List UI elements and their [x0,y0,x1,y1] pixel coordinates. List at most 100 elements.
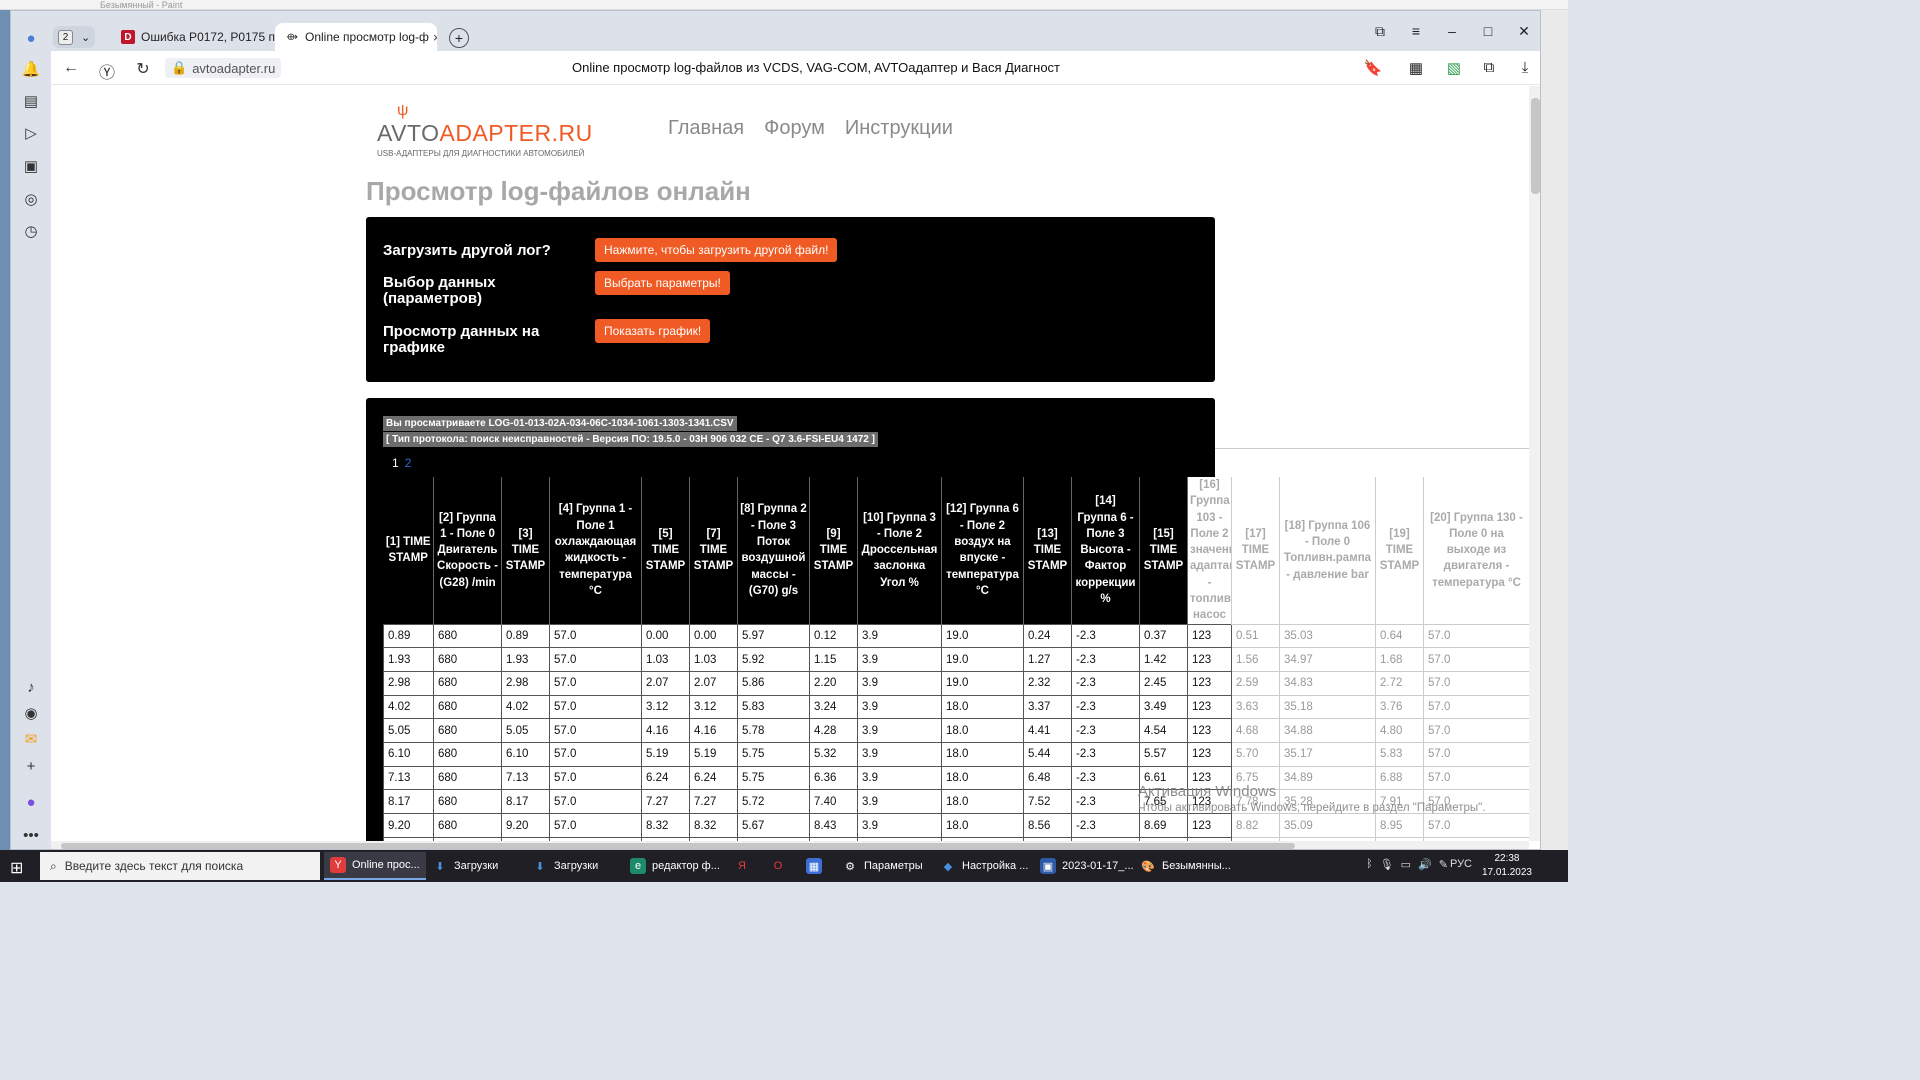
taskbar-browser[interactable]: Y Online прос... [324,852,426,880]
table-cell: 6.36 [809,765,858,791]
lang-indicator[interactable]: РУС [1450,858,1472,870]
alice-icon[interactable]: ● [19,790,43,814]
taskbar-screenshot[interactable]: ▣ 2023-01-17_... [1034,852,1140,880]
taskbar-store[interactable]: ▦ [800,852,828,880]
scroll-thumb[interactable] [1531,98,1540,194]
table-cell: 5.19 [689,742,738,767]
reload-icon[interactable]: ↻ [133,59,153,79]
table-cell: 57.0 [1423,671,1529,696]
table-cell: 3.9 [857,694,942,720]
nav-forum[interactable]: Форум [764,117,825,140]
table-cell: 0.00 [641,623,690,649]
back-icon[interactable]: ← [61,59,81,77]
taskbar-setup[interactable]: ◆ Настройка ... [934,852,1034,880]
lock-icon: 🔒 [171,60,188,75]
table-cell: 2.20 [809,671,858,696]
table-cell: 57.0 [549,694,642,720]
horizontal-scrollbar[interactable] [51,841,1529,849]
nav-home[interactable]: Главная [668,117,744,140]
table-cell: -2.3 [1071,694,1140,720]
show-chart-button[interactable]: Показать график! [595,319,711,343]
site-logo[interactable]: ψ AVTOADAPTER.RU USB-АДАПТЕРЫ ДЛЯ ДИАГНО… [377,102,605,160]
select-params-button[interactable]: Выбрать параметры! [595,271,730,295]
close-window-button[interactable]: ✕ [1512,23,1536,40]
table-cell: 6.10 [383,742,434,767]
table-cell: 5.19 [641,742,690,767]
page-heading: Просмотр log-файлов онлайн [366,176,751,206]
tab-error-p0172[interactable]: D Ошибка P0172, P0175 пол [111,23,277,51]
yandex-icon[interactable]: Ⓨ [97,59,117,83]
tabs-panel-icon[interactable]: ▣ [19,154,43,178]
taskbar-downloads-2[interactable]: ⬇ Загрузки [526,852,604,880]
bookmarks-panel-icon[interactable]: ⧉ [1368,23,1392,40]
paint-icon: 🎨 [1141,860,1155,873]
taskbar-paint[interactable]: 🎨 Безымянны... [1134,852,1237,880]
table-cell: 1.93 [501,647,550,673]
add-icon[interactable]: + [19,754,43,778]
history-icon[interactable]: ◷ [19,219,43,243]
upload-button[interactable]: Нажмите, чтобы загрузить другой файл! [595,238,838,262]
bell-icon[interactable]: 🔔 [19,57,43,81]
taskbar-editor[interactable]: e редактор ф... [624,852,726,880]
play-icon[interactable]: ▷ [19,121,43,145]
nav-instructions[interactable]: Инструкции [845,117,953,140]
tab-log-viewer[interactable]: ⟴ Online просмотр log-ф × [275,23,437,51]
taskbar-downloads-1[interactable]: ⬇ Загрузки [426,852,504,880]
table-cell: 57.0 [1423,694,1529,720]
table-cell: 2.98 [383,671,434,696]
menu-icon[interactable]: ≡ [1404,23,1428,39]
download-icon[interactable]: ⤓ [1515,59,1535,76]
vertical-scrollbar[interactable] [1529,86,1540,841]
tiktok-icon[interactable]: ♪ [19,675,43,699]
table-cell: 18.0 [941,694,1024,720]
screenshot-icon[interactable]: ◎ [19,187,43,211]
clock[interactable]: 22:38 17.01.2023 [1482,852,1532,880]
table-cell: -2.3 [1071,789,1140,815]
page-2-link[interactable]: 2 [405,456,412,470]
table-cell: 3.9 [857,647,942,673]
table-row: 1.93 680 1.93 57.0 1.03 1.03 5.92 1.15 3.9 19.0 1.… [383,647,1529,673]
taskbar-opera[interactable]: O [764,852,792,880]
system-tray[interactable]: ᛒ 🎙 ▭ 🔊 ✎ [1366,858,1448,871]
column-header: [9] TIME STAMP [809,477,858,625]
extension-icon[interactable]: ▦ [1406,59,1426,77]
table-cell: 123 [1187,647,1232,673]
table-cell: 3.9 [857,718,942,744]
page-title-bar: Online просмотр log-файлов из VCDS, VAG-… [571,60,1061,75]
close-tab-icon[interactable]: × [429,30,437,45]
column-header: [7] TIME STAMP [689,477,738,625]
url-field[interactable]: 🔒 avtoadapter.ru [165,58,282,78]
table-cell: 8.17 [501,789,550,815]
tab-counter[interactable]: 2 ⌄ [53,26,95,48]
page-1: 1 [392,456,399,470]
mail-icon[interactable]: ✉ [19,727,43,751]
protect-icon[interactable]: ▧ [1444,59,1464,77]
taskbar-yandex[interactable]: Я [728,852,756,880]
table-cell: 3.9 [857,789,942,815]
bookmark-icon[interactable]: 🔖 [1363,59,1383,77]
tab-count: 2 [58,29,73,45]
tab-label: Ошибка P0172, P0175 пол [141,30,277,44]
sidebar-toggle-icon[interactable]: ⧉ [1479,59,1499,76]
maximize-button[interactable]: □ [1476,23,1500,39]
app-icon[interactable]: ◉ [19,701,43,725]
collections-icon[interactable]: ▤ [19,89,43,113]
table-cell: 57.0 [1423,742,1529,767]
taskbar-search[interactable]: ⌕ Введите здесь текст для поиска [40,852,320,880]
network-icon: ▭ [1400,859,1412,871]
profile-icon[interactable]: ● [19,26,43,50]
browser-sidebar: ● 🔔 ▤ ▷ ▣ ◎ ◷ ♪ ◉ ✉ + ● ••• [11,11,51,849]
minimize-button[interactable]: – [1440,23,1464,39]
new-tab-button[interactable]: + [449,28,469,48]
tab-favicon-icon: ⟴ [286,31,298,43]
more-icon[interactable]: ••• [19,823,43,847]
table-cell: 680 [433,671,502,696]
scroll-thumb[interactable] [61,843,1295,849]
table-cell: 5.78 [737,718,810,744]
table-row: 0.89 680 0.89 57.0 0.00 0.00 5.97 0.12 3.9 19.0 0.… [383,623,1529,649]
taskbar-settings[interactable]: ⚙ Параметры [836,852,929,880]
table-cell: 123 [1187,694,1232,720]
table-row: 10.2568010.2558.09.349.345.679.473.918.0… [383,836,1529,841]
windows-start-icon[interactable]: ⊞ [10,858,23,878]
table-cell: 5.86 [737,671,810,696]
